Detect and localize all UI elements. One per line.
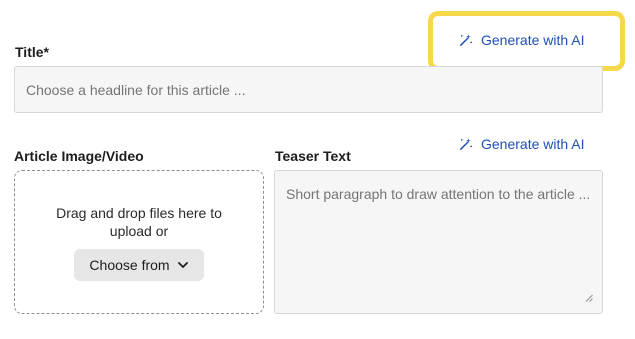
dropzone-text: Drag and drop files here to upload or (56, 204, 222, 239)
teaser-label: Teaser Text (275, 148, 351, 164)
title-input[interactable] (14, 66, 603, 113)
media-dropzone[interactable]: Drag and drop files here to upload or Ch… (14, 170, 264, 314)
article-media-label: Article Image/Video (14, 148, 144, 164)
generate-teaser-button[interactable]: Generate with AI (458, 136, 585, 152)
choose-from-button[interactable]: Choose from (74, 248, 204, 281)
magic-wand-icon (460, 33, 472, 46)
generate-title-button[interactable]: Generate with AI (458, 32, 585, 48)
teaser-textarea[interactable] (274, 170, 603, 314)
teaser-field (274, 170, 603, 314)
title-label: Title* (15, 44, 49, 60)
resize-handle-icon[interactable] (585, 294, 593, 302)
magic-wand-icon (460, 137, 472, 150)
generate-title-label: Generate with AI (481, 32, 585, 48)
chevron-down-icon (177, 261, 188, 268)
generate-teaser-label: Generate with AI (481, 136, 585, 152)
choose-from-label: Choose from (89, 256, 170, 273)
article-form: Title* Generate with AI Generate with AI… (0, 0, 635, 339)
